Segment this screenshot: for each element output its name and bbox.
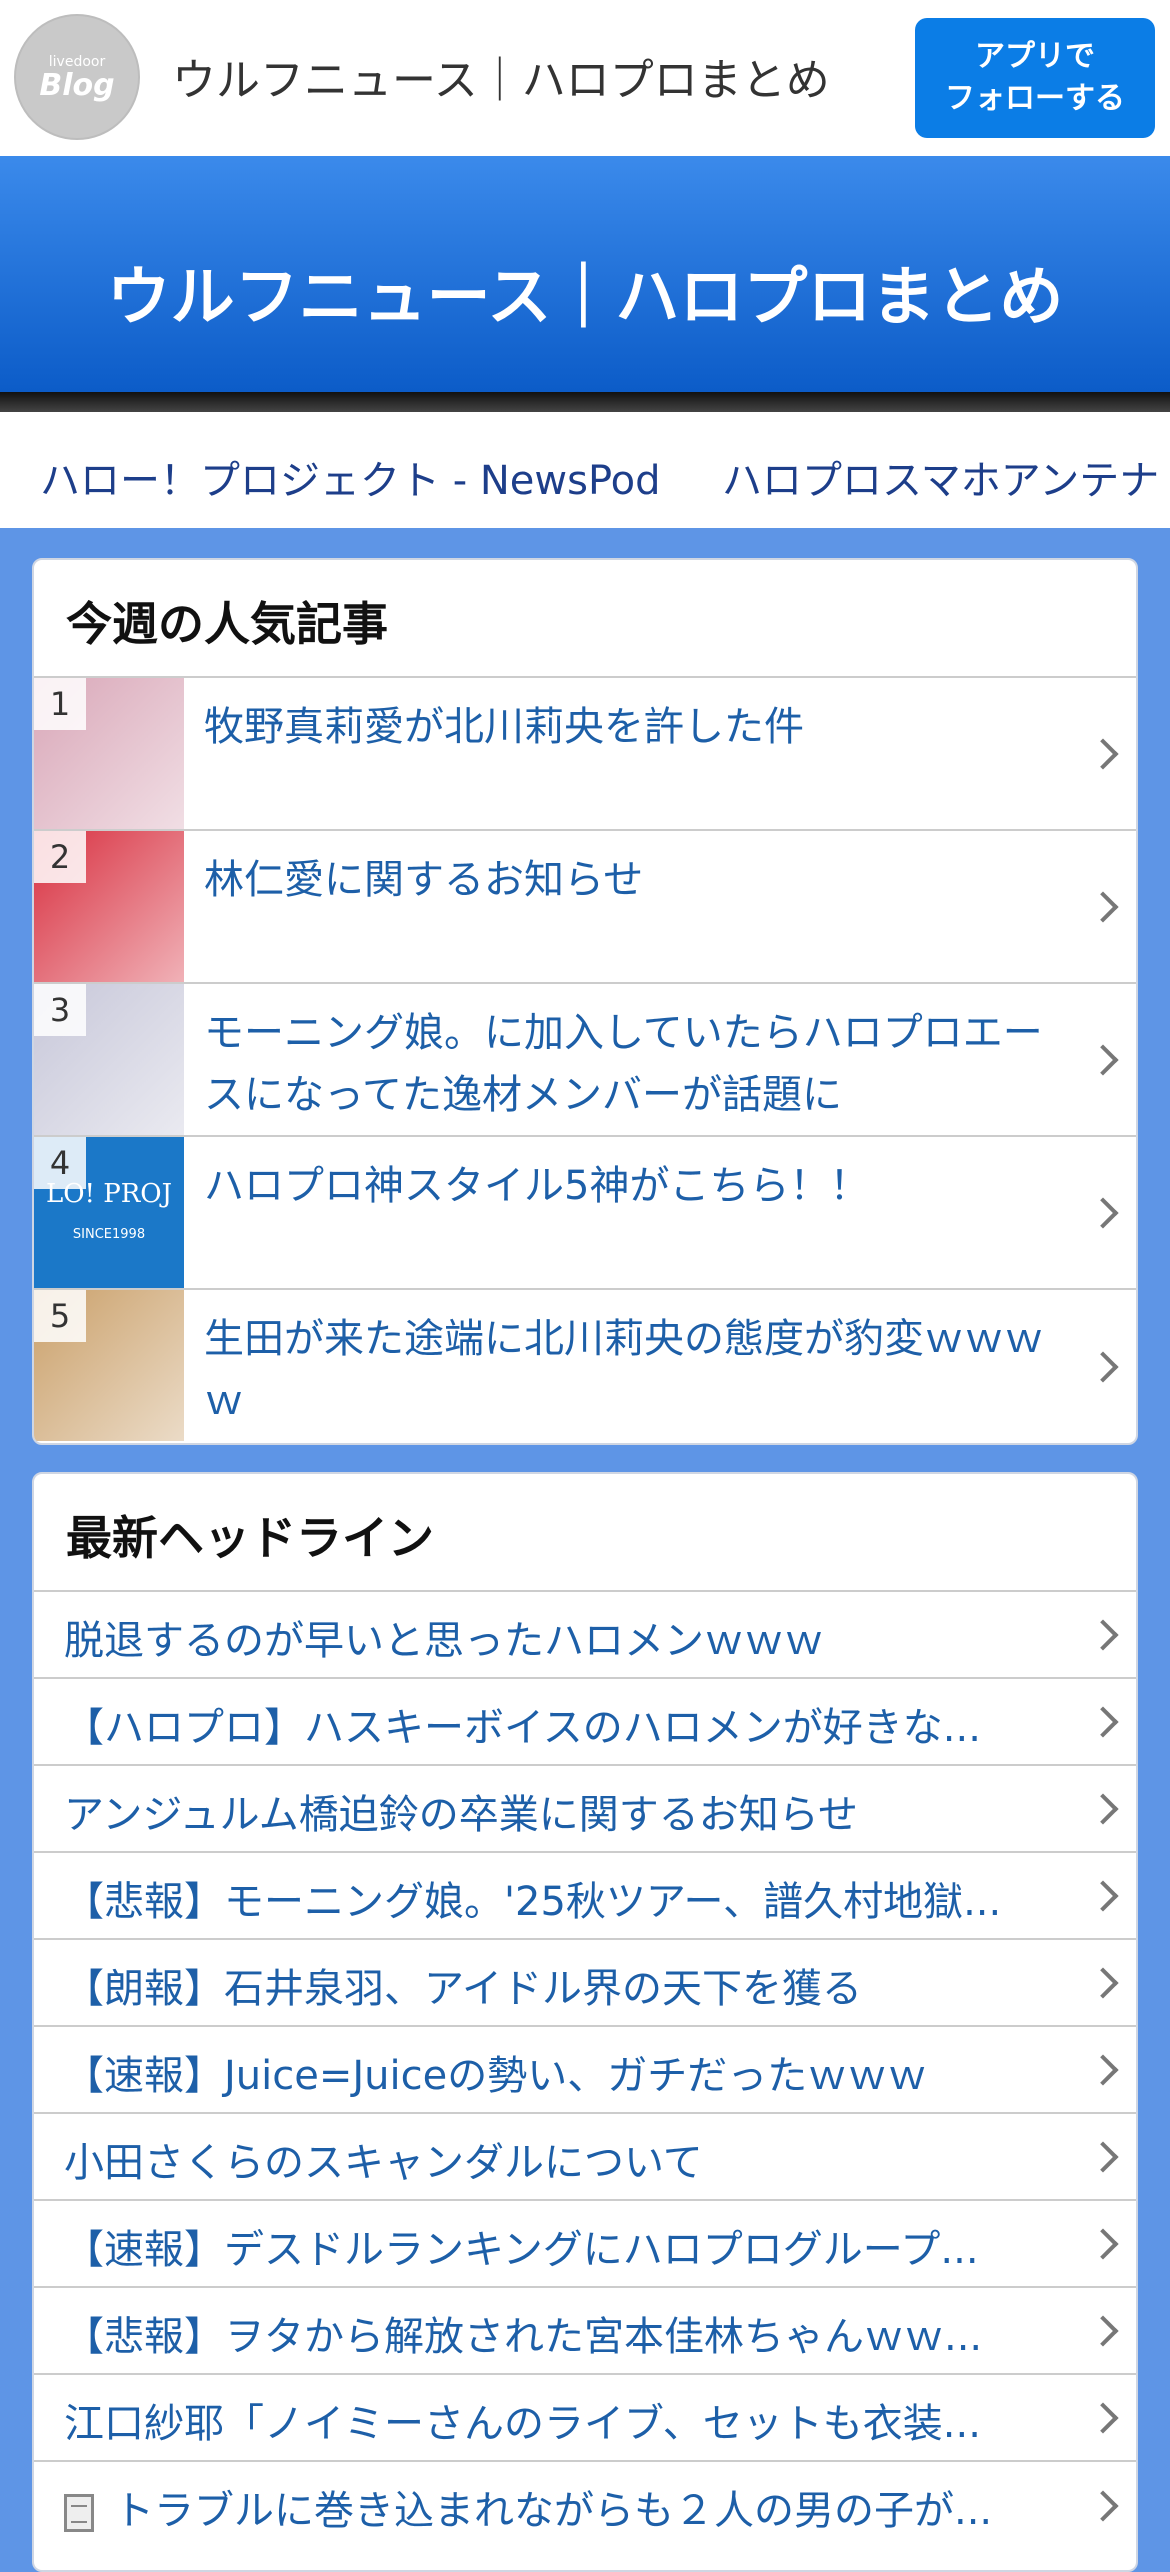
article-thumbnail: 1 — [34, 678, 184, 829]
rank-number: 3 — [34, 984, 86, 1036]
rank-number: 4 — [34, 1137, 86, 1189]
livedoor-blog-logo[interactable]: livedoor Blog — [14, 14, 140, 140]
headline-row[interactable]: 【朗報】石井泉羽、アイドル界の天下を獲る — [34, 1940, 1136, 2027]
headline-row[interactable]: 【悲報】ヲタから解放された宮本佳林ちゃんｗｗ... — [34, 2288, 1136, 2375]
popular-article-title[interactable]: 牧野真莉愛が北川莉央を許した件 — [204, 696, 1066, 758]
chevron-right-icon — [1087, 2401, 1119, 2434]
chevron-right-icon — [1087, 2489, 1119, 2522]
popular-article-row[interactable]: LO! PROJ SINCE1998 4 ハロプロ神スタイル5神がこちら！！ — [34, 1137, 1136, 1290]
popular-articles-card: 今週の人気記事 1 牧野真莉愛が北川莉央を許した件 2 林仁愛に関するお知らせ 3 モーニ… — [32, 558, 1138, 1445]
headline-title: アンジュルム橋迫鈴の卒業に関するお知らせ — [64, 1792, 858, 1838]
headline-title: 【ハロプロ】ハスキーボイスのハロメンが好きな... — [64, 1705, 981, 1751]
chevron-right-icon — [1087, 1618, 1119, 1651]
popular-article-title[interactable]: 林仁愛に関するお知らせ — [204, 849, 1066, 911]
chevron-right-icon — [1087, 737, 1119, 770]
hero-title[interactable]: ウルフニュース｜ハロプロまとめ — [0, 246, 1170, 338]
latest-headlines-title: 最新ヘッドライン — [34, 1474, 1136, 1592]
chevron-right-icon — [1087, 2227, 1119, 2260]
headline-title: 江口紗耶「ノイミーさんのライブ、セットも衣装... — [64, 2401, 981, 2447]
chevron-right-icon — [1087, 1043, 1119, 1076]
chevron-right-icon — [1087, 1879, 1119, 1912]
headline-text-wrap[interactable]: 【悲報】モーニング娘。'25秋ツアー、譜久村地獄... — [64, 1869, 1066, 1927]
headline-title: 【速報】Juice=Juiceの勢い、ガチだったｗｗｗ — [64, 2053, 928, 2099]
popular-article-title[interactable]: 生田が来た途端に北川莉央の態度が豹変ｗｗｗｗ — [204, 1308, 1066, 1432]
chevron-right-icon — [1087, 1792, 1119, 1825]
chevron-right-icon — [1087, 1705, 1119, 1738]
headline-text-wrap[interactable]: 【朗報】石井泉羽、アイドル界の天下を獲る — [64, 1956, 1066, 2014]
headline-title: 【悲報】モーニング娘。'25秋ツアー、譜久村地獄... — [64, 1879, 1002, 1925]
popular-article-title[interactable]: ハロプロ神スタイル5神がこちら！！ — [204, 1155, 1066, 1217]
popular-article-title[interactable]: モーニング娘。に加入していたらハロプロエースになってた逸材メンバーが話題に — [204, 1002, 1066, 1126]
headline-text-wrap[interactable]: 小田さくらのスキャンダルについて — [64, 2130, 1066, 2188]
article-thumbnail: 5 — [34, 1290, 184, 1441]
headline-text-wrap[interactable]: アンジュルム橋迫鈴の卒業に関するお知らせ — [64, 1782, 1066, 1840]
headline-row[interactable]: 江口紗耶「ノイミーさんのライブ、セットも衣装... — [34, 2375, 1136, 2462]
popular-article-row[interactable]: 2 林仁愛に関するお知らせ — [34, 831, 1136, 984]
top-header: livedoor Blog ウルフニュース｜ハロプロまとめ アプリで フォローす… — [0, 0, 1170, 156]
chevron-right-icon — [1087, 890, 1119, 923]
headline-title: トラブルに巻き込まれながらも２人の男の子が... — [114, 2488, 993, 2534]
thumbnail-subtext: SINCE1998 — [72, 1227, 146, 1242]
headline-row[interactable]: 【速報】デスドルランキングにハロプログループ... — [34, 2201, 1136, 2288]
headline-text-wrap[interactable]: トラブルに巻き込まれながらも２人の男の子が... — [64, 2478, 1066, 2536]
hero-divider — [0, 392, 1170, 412]
headline-row[interactable]: トラブルに巻き込まれながらも２人の男の子が... — [34, 2462, 1136, 2549]
popular-article-row[interactable]: 1 牧野真莉愛が北川莉央を許した件 — [34, 678, 1136, 831]
follow-button-line2: フォローする — [945, 81, 1125, 116]
chevron-right-icon — [1087, 2053, 1119, 2086]
antenna-link-newspod[interactable]: ハロー！プロジェクト - NewsPod — [40, 448, 661, 506]
chevron-right-icon — [1087, 1966, 1119, 1999]
headline-text-wrap[interactable]: 【速報】デスドルランキングにハロプログループ... — [64, 2217, 1066, 2275]
rank-number: 5 — [34, 1290, 86, 1342]
follow-in-app-button[interactable]: アプリで フォローする — [915, 18, 1155, 138]
headline-text-wrap[interactable]: 【ハロプロ】ハスキーボイスのハロメンが好きな... — [64, 1695, 1066, 1753]
latest-headlines-list: 脱退するのが早いと思ったハロメンｗｗｗ 【ハロプロ】ハスキーボイスのハロメンが好き… — [34, 1592, 1136, 2549]
chevron-right-icon — [1087, 1196, 1119, 1229]
headline-row[interactable]: 脱退するのが早いと思ったハロメンｗｗｗ — [34, 1592, 1136, 1679]
logo-big-text: Blog — [39, 68, 115, 103]
article-thumbnail: LO! PROJ SINCE1998 4 — [34, 1137, 184, 1288]
headline-title: 小田さくらのスキャンダルについて — [64, 2140, 703, 2186]
popular-articles-title: 今週の人気記事 — [34, 560, 1136, 678]
follow-button-line1: アプリで — [975, 39, 1095, 74]
headline-row[interactable]: 【速報】Juice=Juiceの勢い、ガチだったｗｗｗ — [34, 2027, 1136, 2114]
headline-text-wrap[interactable]: 江口紗耶「ノイミーさんのライブ、セットも衣装... — [64, 2391, 1066, 2449]
document-icon — [64, 2494, 94, 2532]
antenna-link-smartphone-antenna[interactable]: ハロプロスマホアンテナ — [722, 448, 1159, 506]
popular-article-row[interactable]: 3 モーニング娘。に加入していたらハロプロエースになってた逸材メンバーが話題に — [34, 984, 1136, 1137]
rank-number: 1 — [34, 678, 86, 730]
chevron-right-icon — [1087, 1350, 1119, 1383]
headline-row[interactable]: 【ハロプロ】ハスキーボイスのハロメンが好きな... — [34, 1679, 1136, 1766]
site-title[interactable]: ウルフニュース｜ハロプロまとめ — [172, 44, 830, 108]
hero-banner: ウルフニュース｜ハロプロまとめ — [0, 156, 1170, 392]
chevron-right-icon — [1087, 2140, 1119, 2173]
popular-articles-list: 1 牧野真莉愛が北川莉央を許した件 2 林仁愛に関するお知らせ 3 モーニング娘。に加入し… — [34, 678, 1136, 1443]
antenna-links: ハロー！プロジェクト - NewsPod ハロプロスマホアンテナ — [0, 412, 1170, 528]
headline-title: 【速報】デスドルランキングにハロプログループ... — [64, 2227, 979, 2273]
article-thumbnail: 2 — [34, 831, 184, 982]
latest-headlines-card: 最新ヘッドライン 脱退するのが早いと思ったハロメンｗｗｗ 【ハロプロ】ハスキーボイ… — [32, 1472, 1138, 2572]
headline-title: 【朗報】石井泉羽、アイドル界の天下を獲る — [64, 1966, 862, 2012]
headline-text-wrap[interactable]: 脱退するのが早いと思ったハロメンｗｗｗ — [64, 1608, 1066, 1666]
headline-row[interactable]: 小田さくらのスキャンダルについて — [34, 2114, 1136, 2201]
chevron-right-icon — [1087, 2314, 1119, 2347]
headline-row[interactable]: 【悲報】モーニング娘。'25秋ツアー、譜久村地獄... — [34, 1853, 1136, 1940]
headline-row[interactable]: アンジュルム橋迫鈴の卒業に関するお知らせ — [34, 1766, 1136, 1853]
headline-text-wrap[interactable]: 【速報】Juice=Juiceの勢い、ガチだったｗｗｗ — [64, 2043, 1066, 2101]
rank-number: 2 — [34, 831, 86, 883]
popular-article-row[interactable]: 5 生田が来た途端に北川莉央の態度が豹変ｗｗｗｗ — [34, 1290, 1136, 1443]
headline-title: 【悲報】ヲタから解放された宮本佳林ちゃんｗｗ... — [64, 2314, 983, 2360]
headline-text-wrap[interactable]: 【悲報】ヲタから解放された宮本佳林ちゃんｗｗ... — [64, 2304, 1066, 2362]
headline-title: 脱退するのが早いと思ったハロメンｗｗｗ — [64, 1618, 824, 1664]
article-thumbnail: 3 — [34, 984, 184, 1135]
